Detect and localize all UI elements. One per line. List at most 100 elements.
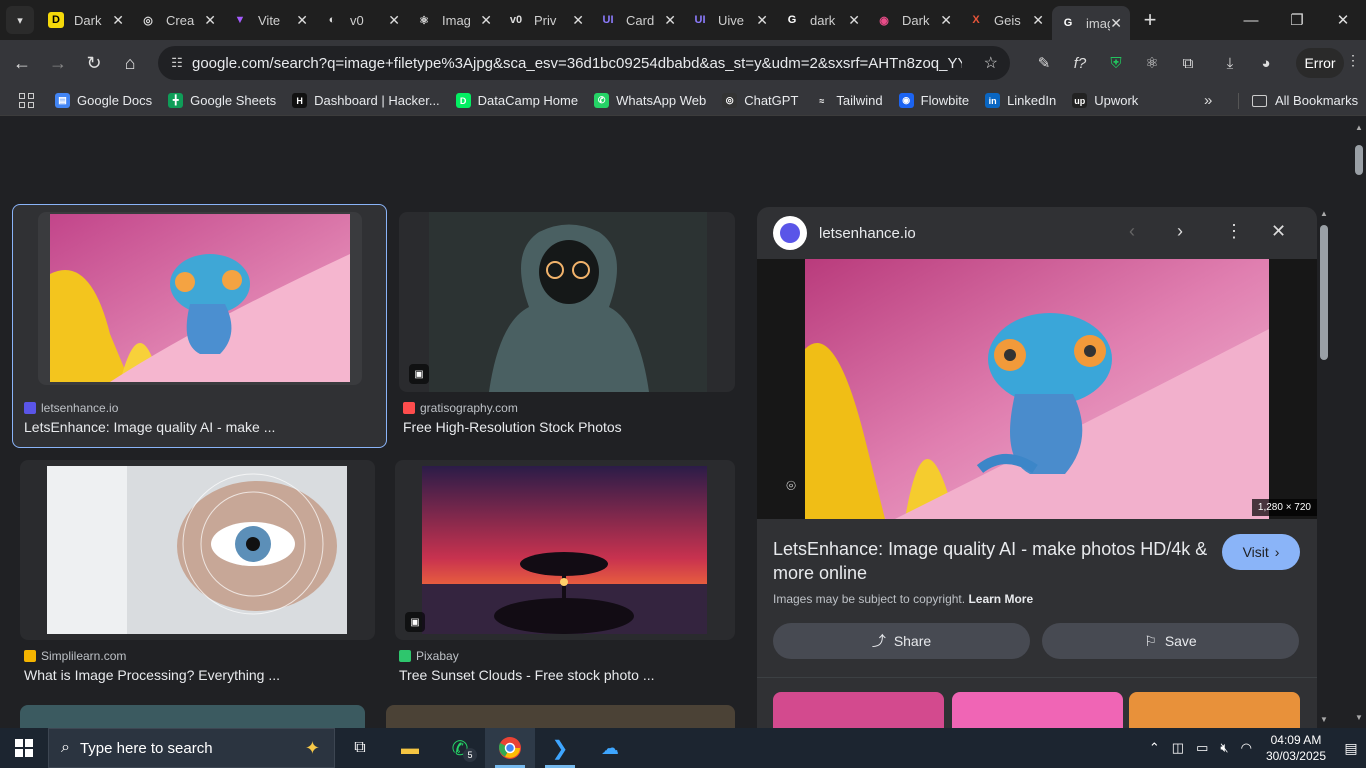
- close-tab-icon[interactable]: ✕: [1110, 15, 1122, 32]
- task-view-icon[interactable]: ⧉: [335, 728, 385, 768]
- related-image-3[interactable]: [1129, 692, 1300, 728]
- tray-chevron-icon[interactable]: ⌃: [1149, 740, 1160, 756]
- result-thumbnail-4[interactable]: ▣: [395, 460, 735, 640]
- volume-muted-icon[interactable]: 🔇︎: [1220, 740, 1228, 756]
- bookmark-9[interactable]: up Upwork: [1072, 93, 1138, 108]
- extension-function-icon[interactable]: f?: [1062, 55, 1098, 72]
- tab-5[interactable]: v0 Priv ✕: [500, 4, 592, 36]
- download-icon[interactable]: ⤓: [1212, 55, 1248, 72]
- error-button[interactable]: Error: [1296, 48, 1344, 78]
- learn-more-link[interactable]: Learn More: [968, 592, 1033, 606]
- more-options-icon[interactable]: ⋮: [1225, 221, 1243, 242]
- result-source-3[interactable]: Simplilearn.com: [24, 649, 126, 663]
- result-title-4[interactable]: Tree Sunset Clouds - Free stock photo ..…: [399, 667, 655, 683]
- bookmark-7[interactable]: ◉ Flowbite: [898, 93, 969, 108]
- page-scroll-thumb[interactable]: [1355, 145, 1363, 175]
- tab-0[interactable]: D Dark ✕: [40, 4, 132, 36]
- result-thumbnail-3[interactable]: [20, 460, 375, 640]
- tab-1[interactable]: ◎ Crea ✕: [132, 4, 224, 36]
- bookmark-0[interactable]: ▤ Google Docs: [55, 93, 152, 108]
- preview-title[interactable]: LetsEnhance: Image quality AI - make pho…: [773, 537, 1213, 585]
- battery-icon[interactable]: ▭: [1196, 740, 1208, 756]
- bookmark-3[interactable]: D DataCamp Home: [455, 93, 578, 108]
- address-bar[interactable]: ☷ google.com/search?q=image+filetype%3Aj…: [158, 46, 1010, 80]
- taskbar-clock[interactable]: 04:09 AM 30/03/2025: [1266, 732, 1326, 764]
- result-thumbnail-2[interactable]: ▣: [399, 212, 735, 392]
- whatsapp-taskbar-icon[interactable]: ✆ 5: [435, 728, 485, 768]
- visit-button[interactable]: Visit ›: [1222, 534, 1300, 570]
- save-button[interactable]: ⚐ Save: [1042, 623, 1299, 659]
- tab-9[interactable]: ◉ Dark ✕: [868, 4, 960, 36]
- result-thumbnail-1[interactable]: [38, 212, 362, 385]
- preview-domain[interactable]: letsenhance.io: [819, 225, 916, 242]
- page-scroll-down-icon[interactable]: ▼: [1355, 713, 1363, 722]
- tray-camera-icon[interactable]: ◫: [1172, 740, 1184, 756]
- close-tab-icon[interactable]: ✕: [664, 12, 676, 29]
- menu-kebab-icon[interactable]: ⋮: [1346, 52, 1360, 69]
- close-tab-icon[interactable]: ✕: [388, 12, 400, 29]
- tab-11[interactable]: Gimag✕: [1052, 6, 1130, 40]
- close-tab-icon[interactable]: ✕: [756, 12, 768, 29]
- result-thumbnail-6[interactable]: [386, 705, 735, 728]
- minimize-button[interactable]: —: [1228, 0, 1274, 40]
- result-source-2[interactable]: gratisography.com: [403, 401, 518, 415]
- close-tab-icon[interactable]: ✕: [480, 12, 492, 29]
- close-preview-icon[interactable]: ✕: [1271, 221, 1286, 242]
- close-tab-icon[interactable]: ✕: [204, 12, 216, 29]
- tab-10[interactable]: X Geis ✕: [960, 4, 1052, 36]
- extensions-puzzle-icon[interactable]: ⧉: [1170, 55, 1206, 72]
- bookmark-8[interactable]: in LinkedIn: [985, 93, 1056, 108]
- tab-8[interactable]: Gdark ✕: [776, 4, 868, 36]
- forward-button[interactable]: →: [41, 46, 75, 80]
- cloud-app-icon[interactable]: ☁: [585, 728, 635, 768]
- file-explorer-icon[interactable]: ▬: [385, 728, 435, 768]
- bookmark-6[interactable]: ≈ Tailwind: [814, 93, 882, 108]
- result-source-4[interactable]: Pixabay: [399, 649, 459, 663]
- taskbar-search[interactable]: ⌕ Type here to search ✦: [48, 728, 335, 768]
- copilot-sparkle-icon[interactable]: ✦: [305, 738, 320, 759]
- close-tab-icon[interactable]: ✕: [1032, 12, 1044, 29]
- notifications-icon[interactable]: ▤: [1336, 740, 1366, 757]
- tab-2[interactable]: ▼ Vite ✕: [224, 4, 316, 36]
- close-tab-icon[interactable]: ✕: [940, 12, 952, 29]
- wifi-icon[interactable]: ◠: [1241, 740, 1252, 756]
- site-info-icon[interactable]: ☷: [162, 55, 192, 71]
- previous-icon[interactable]: ‹: [1129, 221, 1135, 242]
- new-tab-button[interactable]: +: [1138, 7, 1162, 33]
- back-button[interactable]: ←: [5, 46, 39, 80]
- close-tab-icon[interactable]: ✕: [848, 12, 860, 29]
- apps-grid-icon[interactable]: [19, 92, 35, 109]
- start-button[interactable]: [0, 728, 48, 768]
- all-bookmarks-button[interactable]: All Bookmarks: [1252, 93, 1358, 108]
- tab-3[interactable]: ◐ v0 ✕: [316, 4, 408, 36]
- tab-4[interactable]: ⚛ Imag ✕: [408, 4, 500, 36]
- url-text[interactable]: google.com/search?q=image+filetype%3Ajpg…: [192, 55, 962, 72]
- panel-scroll-thumb[interactable]: [1320, 225, 1328, 360]
- scroll-up-arrow-icon[interactable]: ▲: [1320, 209, 1328, 218]
- more-bookmarks-icon[interactable]: »: [1204, 92, 1212, 109]
- next-icon[interactable]: ›: [1177, 221, 1183, 242]
- profile-avatar[interactable]: ◕: [1248, 55, 1284, 72]
- result-thumbnail-5[interactable]: [20, 705, 365, 728]
- page-scrollbar[interactable]: ▲ ▼: [1352, 117, 1366, 728]
- google-lens-icon[interactable]: ⌾: [777, 473, 805, 501]
- restore-button[interactable]: ❐: [1274, 0, 1320, 40]
- extension-react-icon[interactable]: ⚛: [1134, 54, 1170, 72]
- bookmark-1[interactable]: ╋ Google Sheets: [168, 93, 276, 108]
- extension-shield-icon[interactable]: ⛨: [1098, 55, 1134, 72]
- result-title-1[interactable]: LetsEnhance: Image quality AI - make ...: [24, 419, 275, 435]
- panel-scrollbar[interactable]: ▲ ▼: [1318, 207, 1330, 728]
- result-source-1[interactable]: letsenhance.io: [24, 401, 118, 415]
- page-scroll-up-icon[interactable]: ▲: [1355, 123, 1363, 132]
- bookmark-4[interactable]: ✆ WhatsApp Web: [594, 93, 706, 108]
- bookmark-2[interactable]: H Dashboard | Hacker...: [292, 93, 440, 108]
- result-title-3[interactable]: What is Image Processing? Everything ...: [24, 667, 280, 683]
- bookmark-5[interactable]: ◎ ChatGPT: [722, 93, 798, 108]
- reload-button[interactable]: ↻: [77, 46, 111, 80]
- preview-image[interactable]: ⌾ 1,280 × 720: [757, 259, 1317, 519]
- close-tab-icon[interactable]: ✕: [296, 12, 308, 29]
- site-logo[interactable]: [773, 216, 807, 250]
- extension-pen-icon[interactable]: ✎: [1026, 54, 1062, 72]
- vscode-taskbar-icon[interactable]: ❯: [535, 728, 585, 768]
- share-button[interactable]: ⤴ Share: [773, 623, 1030, 659]
